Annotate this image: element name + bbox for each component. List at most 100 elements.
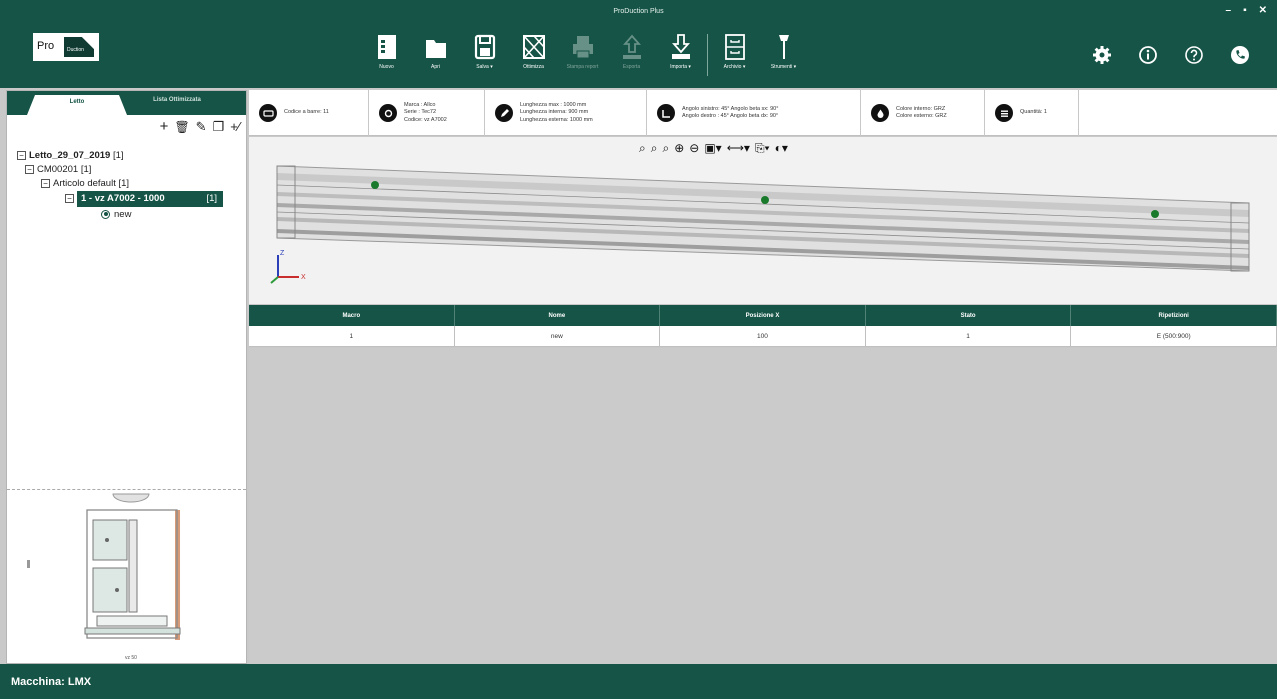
new-button[interactable]: Nuovo: [362, 32, 411, 78]
close-button[interactable]: ✕: [1259, 5, 1267, 16]
delete-icon[interactable]: 🗑: [174, 117, 189, 137]
save-icon: [474, 34, 495, 60]
maximize-button[interactable]: ▪: [1243, 5, 1247, 16]
axis-x-label: X: [301, 274, 306, 281]
info-quantity: Quantità: 1: [985, 90, 1079, 136]
info-line: Angolo destro : 45° Angolo beta dx: 90°: [682, 113, 779, 119]
table-cell[interactable]: 100: [660, 326, 866, 347]
tree-node-label: new: [114, 209, 132, 220]
optimize-button-label: Ottimizza: [523, 64, 544, 70]
archive-button[interactable]: Archivio ▾: [710, 32, 759, 78]
workspace-empty-area: [249, 348, 1277, 664]
save-button[interactable]: Salva ▾: [460, 32, 509, 78]
import-button-label: Importa ▾: [670, 64, 691, 70]
import-icon: [671, 34, 690, 59]
archive-button-label: Archivio ▾: [723, 64, 746, 70]
info-line: Colore interno: GRZ: [896, 105, 946, 112]
table-cell[interactable]: 1: [249, 326, 455, 347]
column-header-posizione-x[interactable]: Posizione X: [660, 305, 866, 326]
piece-info-bar: Codice a barre: 11 Marca : Allco Serie :…: [249, 90, 1277, 136]
macro-marker[interactable]: [371, 181, 379, 189]
info-lengths: Lunghezza max : 1000 mm Lunghezza intern…: [485, 90, 647, 136]
tools-icon: [778, 35, 789, 59]
column-header-ripetizioni[interactable]: Ripetizioni: [1071, 305, 1277, 326]
save-button-label: Salva ▾: [476, 64, 493, 70]
optimize-button[interactable]: Ottimizza: [509, 32, 558, 78]
tree-node-piece[interactable]: −1 - vz A7002 - 1000 [1]: [17, 191, 242, 208]
minimize-button[interactable]: –: [1226, 5, 1232, 16]
tree-node-macro[interactable]: new: [17, 208, 242, 222]
project-panel: Letto Lista Ottimizzata + 🗑 ✎ ❐ +⁄ − Lett…: [6, 90, 247, 664]
profile-section-drawing: [27, 493, 181, 640]
pencil-icon: [495, 104, 513, 122]
collapse-icon[interactable]: −: [17, 150, 26, 160]
table-cell[interactable]: E (500:900): [1071, 326, 1277, 347]
quantity-icon: [995, 104, 1013, 122]
column-header-nome[interactable]: Nome: [454, 305, 661, 326]
optimize-icon: [522, 35, 545, 59]
macro-marker[interactable]: [1151, 210, 1159, 218]
app-logo: Pro Duction: [33, 33, 99, 61]
macro-radio-icon[interactable]: [101, 209, 110, 219]
tab-lista-ottimizzata[interactable]: Lista Ottimizzata: [127, 97, 227, 103]
project-tree: − Letto_29_07_2019 [1] − CM00201 [1] − Arti…: [17, 149, 242, 222]
macro-table: Macro Nome Posizione X Stato Ripetizioni…: [249, 305, 1277, 347]
phone-icon: [1231, 46, 1249, 64]
add-child-icon[interactable]: +⁄: [230, 117, 240, 137]
project-tabs: Letto Lista Ottimizzata: [7, 91, 246, 115]
export-button-label: Esporta: [622, 64, 641, 70]
profile-3d-drawing: Z X: [270, 165, 1250, 284]
column-header-stato[interactable]: Stato: [865, 305, 1072, 326]
app-header: ProDuction Plus – ▪ ✕ Pro Duction Nuovo …: [0, 0, 1277, 88]
info-line: Colore esterno: GRZ: [896, 113, 947, 119]
header-right-icons: [1091, 44, 1251, 66]
help-button[interactable]: [1183, 44, 1205, 66]
archive-icon: [724, 34, 745, 60]
help-icon: [1185, 46, 1203, 64]
edit-icon[interactable]: ✎: [196, 117, 207, 137]
collapse-icon[interactable]: −: [25, 164, 34, 174]
collapse-icon[interactable]: −: [65, 193, 74, 203]
support-button[interactable]: [1229, 44, 1251, 66]
tree-node-selected[interactable]: 1 - vz A7002 - 1000 [1]: [77, 191, 223, 207]
copy-icon[interactable]: ❐: [213, 117, 225, 137]
settings-button[interactable]: [1091, 44, 1113, 66]
open-folder-icon: [425, 40, 446, 58]
info-barcode: Codice a barre: 11: [249, 90, 369, 136]
main-toolbar: Nuovo Apri Salva ▾ Ottimizza Stampa repo…: [362, 32, 808, 80]
open-button-label: Apri: [431, 64, 440, 70]
profile-bar: [276, 165, 1250, 272]
info-button[interactable]: [1137, 44, 1159, 66]
table-row[interactable]: 1 new 100 1 E (500:900): [249, 326, 1277, 347]
upload-icon: [622, 34, 641, 59]
tools-button[interactable]: Strumenti ▾: [759, 32, 808, 78]
logo-text-pro: Pro: [37, 40, 55, 52]
info-line: Codice a barre: 11: [284, 109, 329, 116]
info-line: Lunghezza esterna: 1000 mm: [520, 116, 593, 123]
tree-toolbar: + 🗑 ✎ ❐ +⁄: [160, 117, 240, 137]
macro-marker[interactable]: [761, 196, 769, 204]
printer-icon: [572, 36, 593, 59]
tree-node-cm00201[interactable]: − CM00201 [1]: [17, 163, 242, 177]
new-document-icon: [377, 35, 396, 59]
print-report-button[interactable]: Stampa report: [558, 32, 607, 78]
3d-viewer[interactable]: ⌕ ⌕ ⌕ ⊕ ⊖ ▣▾ ⟷▾ ⎘▾ ◐▾ Z X: [249, 137, 1277, 304]
column-header-macro[interactable]: Macro: [249, 305, 455, 326]
open-button[interactable]: Apri: [411, 32, 460, 78]
collapse-icon[interactable]: −: [41, 178, 50, 188]
table-cell[interactable]: 1: [865, 326, 1072, 347]
info-line: Marca : Allco: [404, 101, 436, 108]
add-icon[interactable]: +: [160, 117, 169, 137]
info-line: Quantità: 1: [1020, 109, 1047, 116]
import-button[interactable]: Importa ▾: [656, 32, 705, 78]
tree-node-articolo[interactable]: − Articolo default [1]: [17, 177, 242, 191]
info-line: Lunghezza interna: 900 mm: [520, 109, 589, 116]
toolbar-separator: [707, 34, 708, 76]
profile-caption: vz 50: [125, 655, 137, 661]
barcode-icon: [259, 104, 277, 122]
tree-piece-label: 1 - vz A7002 - 1000: [81, 193, 165, 204]
tree-node-root[interactable]: − Letto_29_07_2019 [1]: [17, 149, 242, 163]
tab-letto[interactable]: Letto: [27, 95, 127, 115]
export-button[interactable]: Esporta: [607, 32, 656, 78]
table-cell[interactable]: new: [454, 326, 661, 347]
